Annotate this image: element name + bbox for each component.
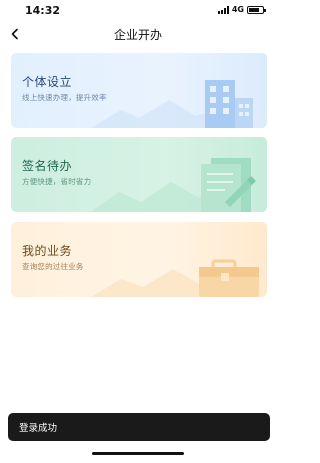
- card-subtitle: 查询您的过往业务: [22, 262, 84, 271]
- card-signature-pending[interactable]: 签名待办 方便快捷，省时省力: [11, 137, 267, 212]
- document-pen-icon: [201, 158, 256, 212]
- card-subtitle: 线上快速办理，提升效率: [22, 93, 107, 102]
- card-individual-setup[interactable]: 个体设立 线上快速办理，提升效率: [11, 53, 267, 128]
- page-title: 企业开办: [113, 28, 162, 42]
- toast-message: 登录成功: [8, 413, 270, 441]
- card-title: 签名待办: [22, 159, 73, 173]
- toast-text: 登录成功: [19, 423, 58, 434]
- home-indicator[interactable]: [92, 452, 184, 455]
- card-subtitle: 方便快捷，省时省力: [22, 177, 92, 186]
- status-time: 14:32: [25, 4, 61, 17]
- briefcase-icon: [199, 259, 259, 297]
- nav-bar: 企业开办: [0, 22, 276, 46]
- battery-level: [249, 7, 259, 12]
- battery-icon: [247, 5, 266, 14]
- card-title: 我的业务: [22, 244, 73, 258]
- card-my-business[interactable]: 我的业务 查询您的过往业务: [11, 222, 267, 297]
- status-indicators: 4G: [217, 5, 266, 14]
- signal-icon: [217, 5, 229, 14]
- card-title: 个体设立: [22, 75, 73, 89]
- building-icon: [205, 80, 253, 128]
- network-type: 4G: [231, 5, 244, 14]
- status-bar: 14:32 4G: [0, 0, 276, 22]
